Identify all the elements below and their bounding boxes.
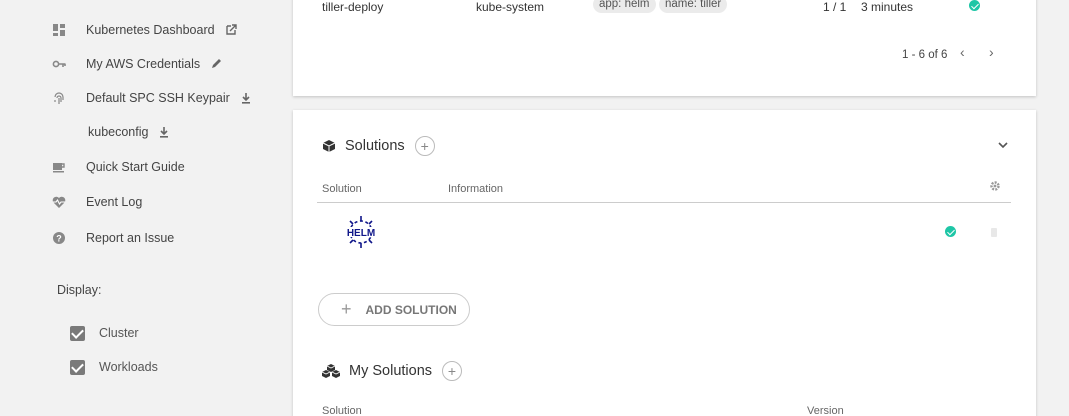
help-icon: ? <box>52 231 66 245</box>
pencil-icon[interactable] <box>210 58 222 70</box>
add-solution-icon-button[interactable]: + <box>414 136 435 156</box>
coffee-icon <box>52 160 66 174</box>
prev-page-button[interactable]: ‹ <box>960 44 965 60</box>
key-icon <box>52 57 66 71</box>
gear-icon[interactable] <box>989 179 1001 191</box>
table-row[interactable]: tiller-deploy kube-system app: helm name… <box>293 0 1036 18</box>
sidebar-item-label: Quick Start Guide <box>86 160 185 174</box>
deployment-pods: 1 / 1 <box>823 0 847 14</box>
pagination-range: 1 - 6 of 6 <box>902 49 948 61</box>
sidebar-item-ssh-keypair[interactable]: Default SPC SSH Keypair <box>52 87 252 109</box>
deployment-age: 3 minutes <box>861 0 914 14</box>
checkbox-checked-icon[interactable] <box>70 359 85 375</box>
cubes-icon <box>321 364 341 378</box>
sidebar-item-label: My AWS Credentials <box>86 57 201 71</box>
add-my-solution-icon-button[interactable]: + <box>442 361 463 381</box>
display-label: Display: <box>57 283 102 297</box>
download-icon[interactable] <box>158 126 170 138</box>
deployment-namespace: kube-system <box>476 0 545 14</box>
trash-icon[interactable] <box>990 225 998 237</box>
cube-icon <box>322 139 336 153</box>
sidebar-item-quick-start-guide[interactable]: Quick Start Guide <box>52 156 185 178</box>
column-header-information: Information <box>448 183 504 195</box>
chevron-down-icon[interactable] <box>997 138 1009 150</box>
next-page-button[interactable]: › <box>989 44 994 60</box>
my-solutions-title: My Solutions <box>349 363 433 379</box>
sidebar-item-event-log[interactable]: Event Log <box>52 191 142 213</box>
solutions-card: Solutions + Solution Information HELM + … <box>293 110 1036 416</box>
workloads-checkbox[interactable]: Workloads <box>70 358 158 376</box>
sidebar-item-kubernetes-dashboard[interactable]: Kubernetes Dashboard <box>52 19 237 41</box>
my-solutions-header: My Solutions + <box>321 361 463 381</box>
column-header-solution: Solution <box>322 405 362 416</box>
checkbox-label: Workloads <box>99 360 158 374</box>
sidebar-item-label: Report an Issue <box>86 231 175 245</box>
cluster-checkbox[interactable]: Cluster <box>70 324 139 342</box>
sidebar: Kubernetes Dashboard My AWS Credentials … <box>0 0 290 416</box>
checkbox-checked-icon[interactable] <box>70 325 85 341</box>
plus-icon: + <box>341 299 352 319</box>
sidebar-item-aws-credentials[interactable]: My AWS Credentials <box>52 53 222 75</box>
add-solution-label: ADD SOLUTION <box>365 302 457 317</box>
checkbox-label: Cluster <box>99 326 139 340</box>
heartbeat-icon <box>52 195 66 209</box>
solutions-header: Solutions + <box>322 136 435 156</box>
helm-logo: HELM <box>343 214 379 250</box>
download-icon[interactable] <box>240 92 252 104</box>
external-link-icon <box>225 24 237 36</box>
dashboard-icon <box>52 23 66 37</box>
sidebar-item-label: kubeconfig <box>88 125 149 139</box>
status-ok-icon <box>945 226 956 237</box>
add-solution-button[interactable]: + ADD SOLUTION <box>318 293 470 326</box>
fingerprint-icon <box>52 91 66 105</box>
sidebar-item-label: Kubernetes Dashboard <box>86 23 215 37</box>
table-row[interactable]: HELM <box>317 203 1011 263</box>
svg-text:?: ? <box>56 234 62 244</box>
sidebar-item-report-issue[interactable]: ? Report an Issue <box>52 227 174 249</box>
deployments-card: tiller-deploy kube-system app: helm name… <box>293 0 1036 96</box>
sidebar-item-label: Default SPC SSH Keypair <box>86 91 230 105</box>
label-chip: app: helm <box>593 0 656 13</box>
status-ok-icon <box>969 0 980 11</box>
column-header-version: Version <box>807 405 844 416</box>
label-chip: name: tiller <box>659 0 728 13</box>
sidebar-item-kubeconfig[interactable]: kubeconfig <box>88 121 170 143</box>
column-header-solution: Solution <box>322 183 362 195</box>
sidebar-item-label: Event Log <box>86 195 143 209</box>
helm-logo-text: HELM <box>347 228 375 239</box>
deployment-name: tiller-deploy <box>322 0 384 14</box>
solutions-title: Solutions <box>345 138 405 154</box>
